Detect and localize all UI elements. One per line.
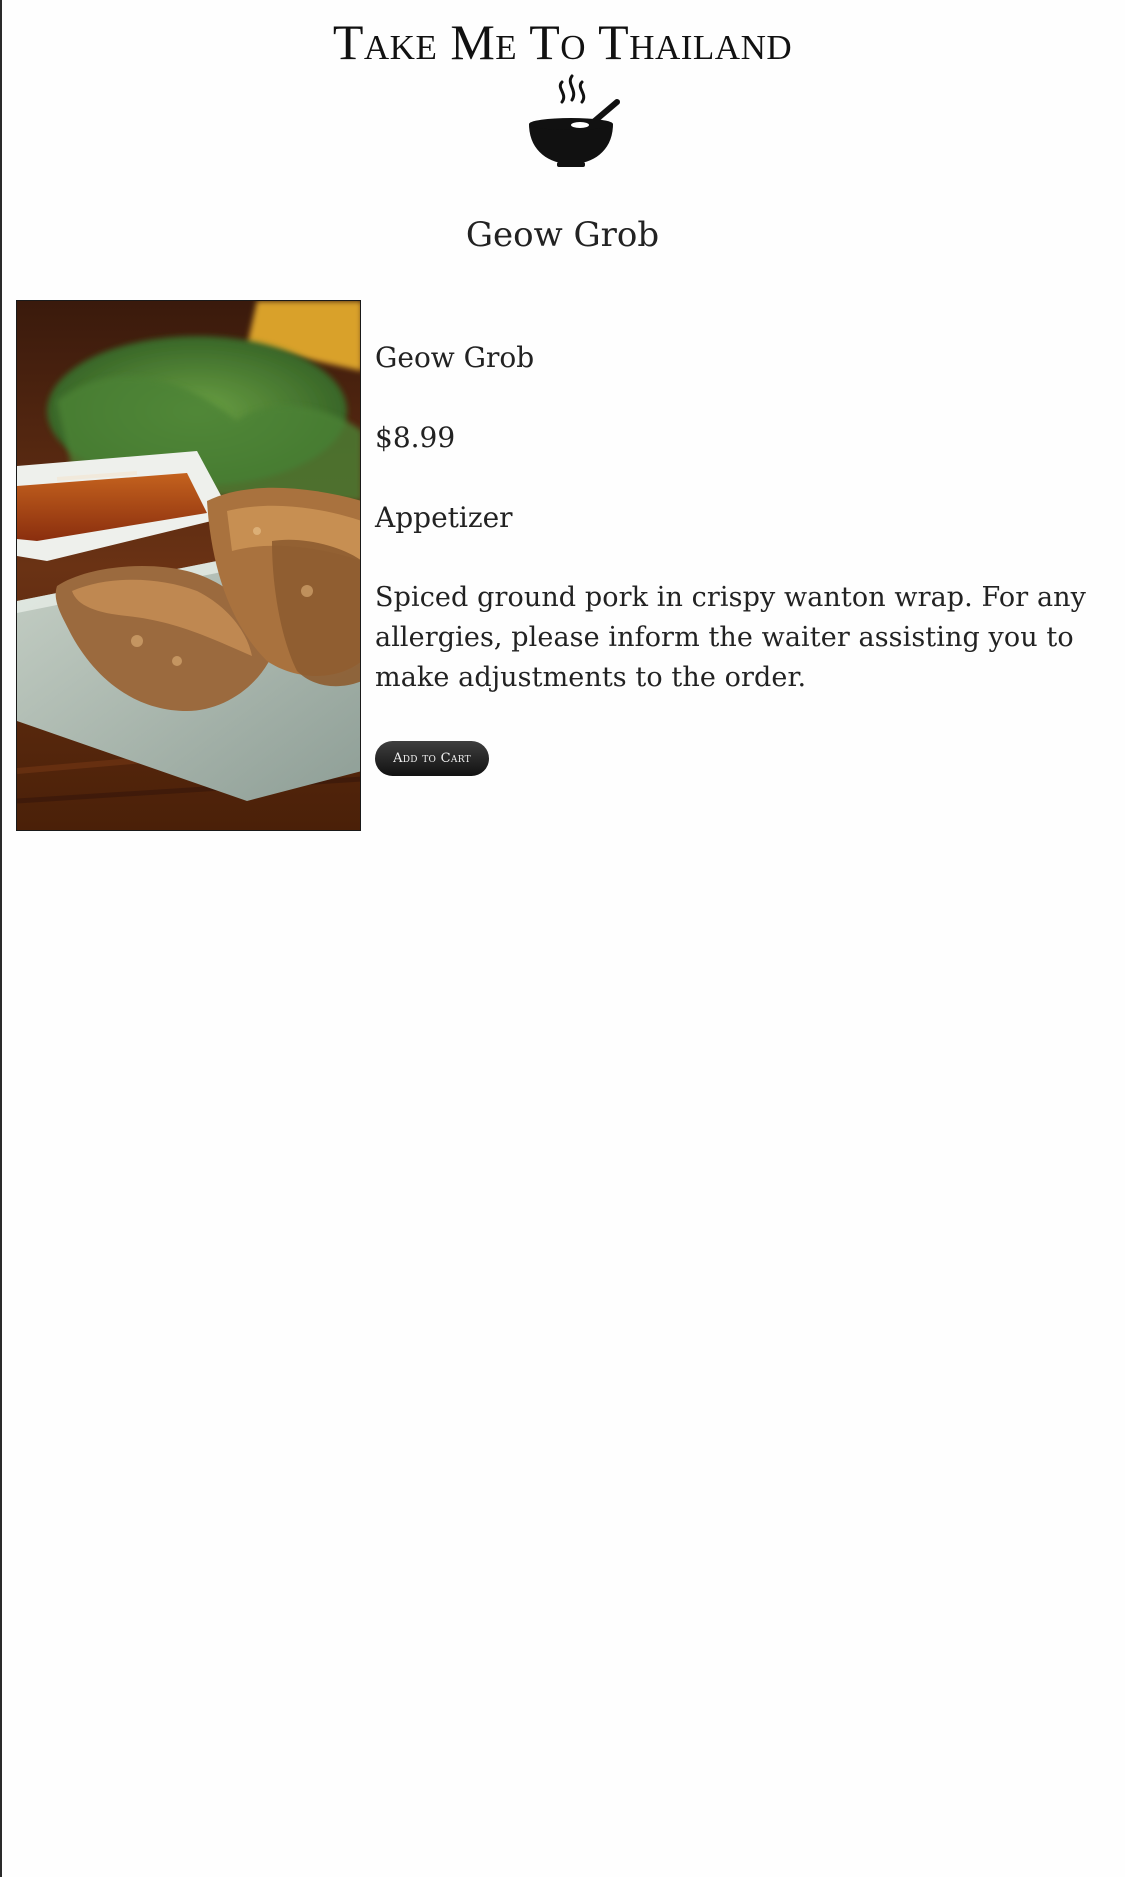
item-details: Geow Grob $8.99 Appetizer Spiced ground … (375, 338, 1105, 693)
item-price: $8.99 (375, 421, 456, 454)
page-title: Geow Grob (465, 215, 660, 255)
menu-item-photo (16, 300, 361, 831)
page-border (0, 0, 2, 1877)
steaming-bowl-icon[interactable] (522, 70, 622, 170)
item-name: Geow Grob (375, 341, 535, 374)
add-to-cart-button[interactable]: Add to Cart (375, 741, 489, 776)
item-description: Spiced ground pork in crispy wanton wrap… (375, 582, 1086, 693)
item-category: Appetizer (375, 501, 513, 534)
brand-title[interactable]: Take Me To Thailand (0, 14, 1125, 70)
